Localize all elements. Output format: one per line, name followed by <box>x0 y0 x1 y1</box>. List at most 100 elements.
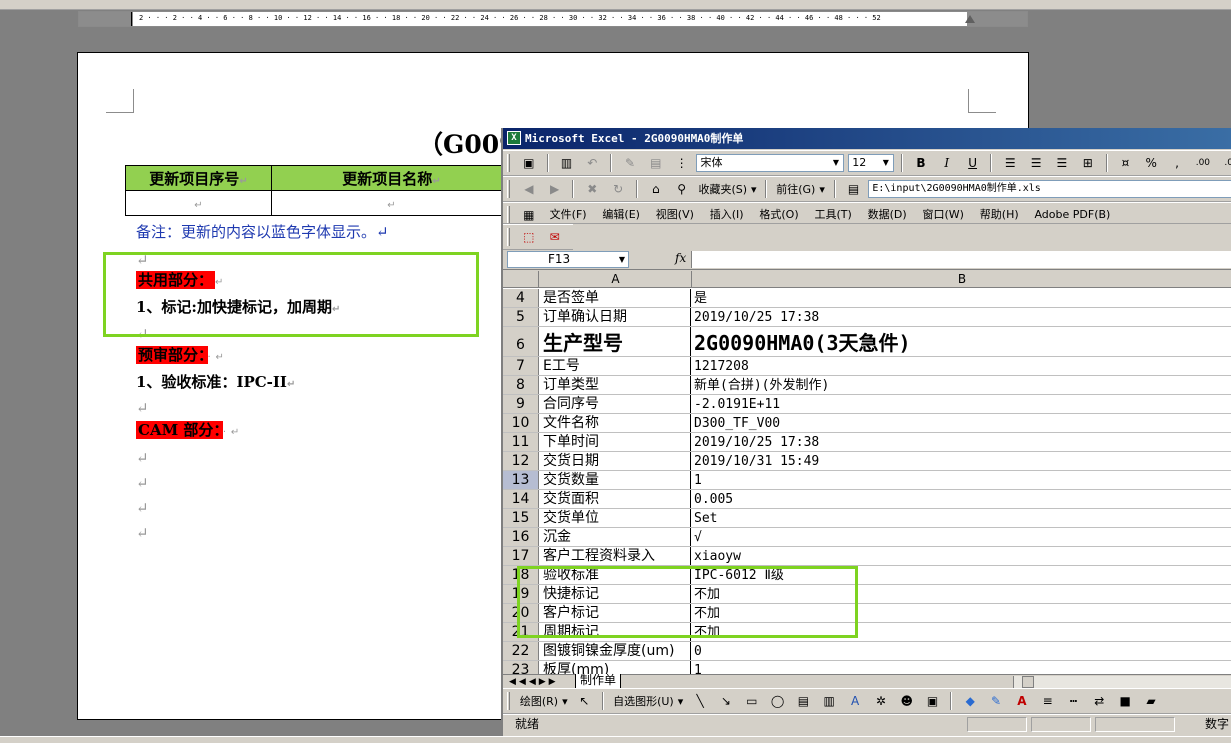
cell-b[interactable]: 2019/10/31 15:49 <box>692 452 1231 470</box>
cell-b[interactable]: 2G0090HMA0(3天急件) <box>692 327 1231 356</box>
horizontal-ruler[interactable]: 2 · · · 2 · · 4 · · 6 · · 8 · · 10 · · 1… <box>78 11 1028 27</box>
line-icon[interactable]: ╲ <box>690 691 710 711</box>
cell-b[interactable]: 新单(合拼)(外发制作) <box>692 376 1231 394</box>
wordart-icon[interactable]: A <box>845 691 865 711</box>
picture-icon[interactable]: ▣ <box>519 153 539 173</box>
draw-menu[interactable]: 绘图(R) <box>520 693 558 709</box>
cell-a[interactable]: 沉金 <box>541 528 691 546</box>
row-header[interactable]: 11 <box>503 433 539 451</box>
chevron-down-icon[interactable]: ▾ <box>678 695 684 708</box>
row-header[interactable]: 8 <box>503 376 539 394</box>
row-header[interactable]: 23 <box>503 661 539 674</box>
show-web-toolbar-icon[interactable]: ▤ <box>844 179 864 199</box>
3d-icon[interactable]: ▰ <box>1141 691 1161 711</box>
clipart-icon[interactable]: ☻ <box>897 691 917 711</box>
cell-a[interactable]: 客户工程资料录入 <box>541 547 691 565</box>
align-left-icon[interactable]: ☰ <box>1000 153 1020 173</box>
home-icon[interactable]: ⌂ <box>646 179 666 199</box>
cell-a[interactable]: 交货单位 <box>541 509 691 527</box>
chevron-down-icon[interactable]: ▾ <box>751 183 757 196</box>
menu-window[interactable]: 窗口(W) <box>916 204 969 223</box>
menu-help[interactable]: 帮助(H) <box>974 204 1025 223</box>
toolbar-grip[interactable] <box>507 228 510 246</box>
toolbar-grip[interactable] <box>507 154 510 172</box>
row-header[interactable]: 13 <box>503 471 539 489</box>
chevron-down-icon[interactable]: ▼ <box>879 156 892 170</box>
line-style-icon[interactable]: ≡ <box>1038 691 1058 711</box>
formula-input[interactable] <box>691 251 1231 268</box>
rectangle-icon[interactable]: ▭ <box>742 691 762 711</box>
cell-b[interactable]: 0 <box>692 642 1231 660</box>
search-web-icon[interactable]: ⚲ <box>672 179 692 199</box>
stop-icon[interactable]: ✖ <box>582 179 602 199</box>
menu-adobe-pdf[interactable]: Adobe PDF(B) <box>1028 206 1116 223</box>
columns-icon[interactable]: ▥ <box>556 153 576 173</box>
bold-icon[interactable]: B <box>911 153 931 173</box>
cell-b[interactable]: 1 <box>692 471 1231 489</box>
cell-a[interactable]: 图镀铜镍金厚度(um) <box>541 642 691 660</box>
row-header[interactable]: 5 <box>503 308 539 326</box>
oval-icon[interactable]: ◯ <box>768 691 788 711</box>
back-icon[interactable]: ◀ <box>519 179 539 199</box>
select-all-corner[interactable] <box>503 271 539 288</box>
cell-b[interactable]: 是 <box>692 289 1231 307</box>
workbook-icon[interactable]: ▦ <box>519 205 539 224</box>
decrease-decimal-icon[interactable]: .0 <box>1219 153 1231 173</box>
cell-b[interactable]: 1 <box>692 661 1231 674</box>
row-header[interactable]: 4 <box>503 289 539 307</box>
cell-b[interactable]: 1217208 <box>692 357 1231 375</box>
toolbar-grip[interactable] <box>507 180 510 198</box>
format-painter-icon[interactable]: ✎ <box>620 153 640 173</box>
cell-a[interactable]: 合同序号 <box>541 395 691 413</box>
fill-color-icon[interactable]: ◆ <box>960 691 980 711</box>
cell-a[interactable]: 生产型号 <box>541 327 691 356</box>
cell-a[interactable]: 订单确认日期 <box>541 308 691 326</box>
comma-icon[interactable]: , <box>1167 153 1187 173</box>
undo-icon[interactable]: ↶ <box>582 153 602 173</box>
table-cell[interactable]: ↵ <box>271 190 512 216</box>
cell-a[interactable]: 交货日期 <box>541 452 691 470</box>
row-header[interactable]: 16 <box>503 528 539 546</box>
font-color-icon[interactable]: A <box>1012 691 1032 711</box>
chevron-down-icon[interactable]: ▼ <box>829 156 842 170</box>
cell-a[interactable]: 板厚(mm) <box>541 661 691 674</box>
column-header-a[interactable]: A <box>540 271 692 288</box>
ruler-right-indent-marker[interactable] <box>965 15 975 23</box>
textbox-icon[interactable]: ▤ <box>793 691 813 711</box>
cell-a[interactable]: 交货面积 <box>541 490 691 508</box>
menu-edit[interactable]: 编辑(E) <box>596 204 646 223</box>
cell-b[interactable]: D300_TF_V00 <box>692 414 1231 432</box>
name-box[interactable]: F13 ▼ <box>507 251 629 268</box>
underline-icon[interactable]: U <box>963 153 983 173</box>
cell-a[interactable]: 交货数量 <box>541 471 691 489</box>
forward-icon[interactable]: ▶ <box>545 179 565 199</box>
excel-title-bar[interactable]: X Microsoft Excel - 2G0090HMA0制作单 <box>503 128 1231 149</box>
font-size-select[interactable]: 12 ▼ <box>848 154 895 172</box>
row-header[interactable]: 10 <box>503 414 539 432</box>
row-header[interactable]: 14 <box>503 490 539 508</box>
row-header[interactable]: 7 <box>503 357 539 375</box>
diagram-icon[interactable]: ✲ <box>871 691 891 711</box>
refresh-icon[interactable]: ↻ <box>608 179 628 199</box>
cell-b[interactable]: 2019/10/25 17:38 <box>692 433 1231 451</box>
column-header-b[interactable]: B <box>692 271 1231 288</box>
clipboard-icon[interactable]: ▤ <box>646 153 666 173</box>
row-header[interactable]: 17 <box>503 547 539 565</box>
menu-view[interactable]: 视图(V) <box>650 204 700 223</box>
row-header[interactable]: 22 <box>503 642 539 660</box>
toolbar-options-icon[interactable]: ⋮ <box>672 153 692 173</box>
row-header[interactable]: 12 <box>503 452 539 470</box>
align-center-icon[interactable]: ☰ <box>1026 153 1046 173</box>
cell-b[interactable]: -2.0191E+11 <box>692 395 1231 413</box>
cell-a[interactable]: 订单类型 <box>541 376 691 394</box>
font-name-select[interactable]: 宋体 ▼ <box>696 154 845 172</box>
align-right-icon[interactable]: ☰ <box>1052 153 1072 173</box>
pdf-convert-icon[interactable]: ⬚ <box>519 227 539 247</box>
row-header[interactable]: 6 <box>503 327 539 356</box>
menu-insert[interactable]: 插入(I) <box>704 204 750 223</box>
cell-a[interactable]: 文件名称 <box>541 414 691 432</box>
cell-b[interactable]: 2019/10/25 17:38 <box>692 308 1231 326</box>
menu-data[interactable]: 数据(D) <box>862 204 913 223</box>
chevron-down-icon[interactable]: ▾ <box>819 183 825 196</box>
insert-picture-icon[interactable]: ▣ <box>923 691 943 711</box>
